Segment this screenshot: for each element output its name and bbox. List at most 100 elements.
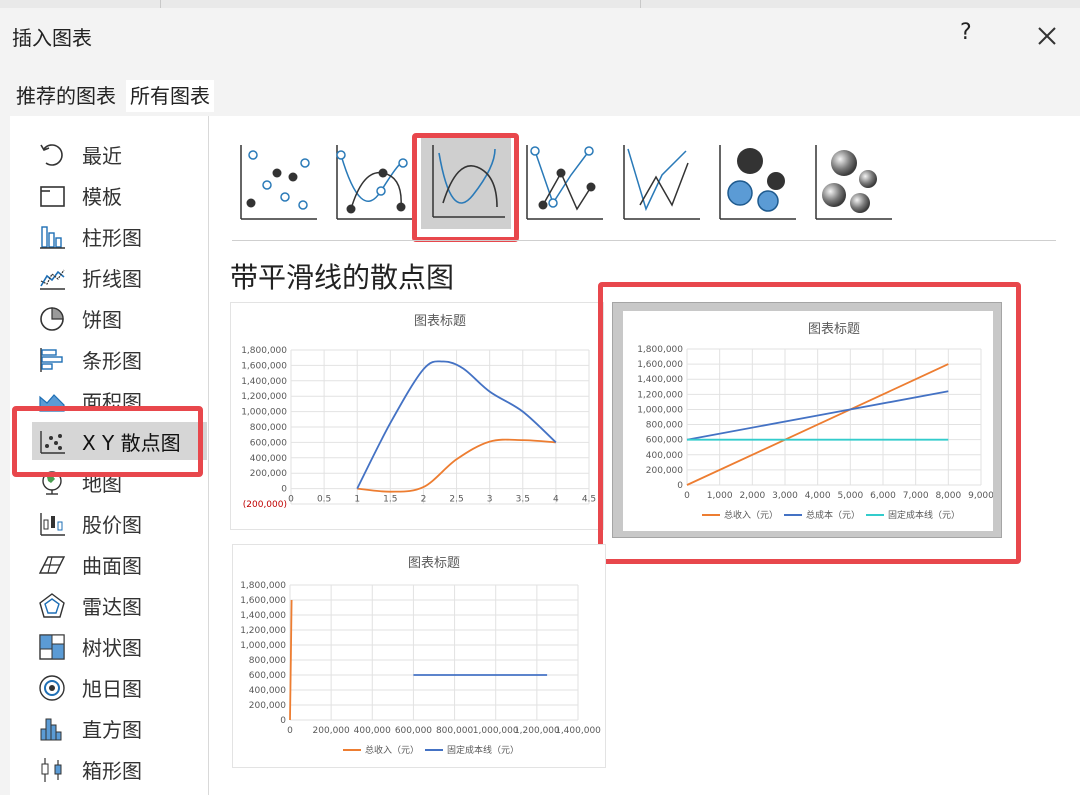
x-tick-label: 1.5 — [383, 495, 397, 505]
x-tick-label: 0 — [684, 491, 690, 501]
preview-chart-area: 图表标题 0 200,000 400,000 600,000 800,000 1,000,0… — [623, 311, 994, 531]
y-tick-label: 0 — [280, 716, 286, 726]
sidebar-item-stock[interactable]: 股价图 — [32, 504, 207, 542]
box-whisker-chart-icon — [41, 758, 62, 782]
y-tick-label: 1,000,000 — [241, 408, 287, 418]
sidebar-item-histogram[interactable]: 直方图 — [32, 709, 207, 747]
y-tick-label: 1,800,000 — [240, 581, 286, 591]
preview-chart-1: 图表标题(200,000)0200,000400,000600,000800,0… — [241, 314, 596, 540]
x-tick-label: 4.5 — [582, 495, 596, 505]
x-tick-label: 8,000 — [935, 491, 961, 501]
dialog-titlebar: 插入图表 ? — [0, 8, 1080, 62]
x-tick-label: 1,000,000 — [473, 726, 519, 736]
sidebar-item-box-whisker[interactable]: 箱形图 — [32, 750, 207, 788]
dialog-title: 插入图表 — [12, 26, 92, 50]
subtype-scatter-straight-lines[interactable] — [618, 133, 708, 229]
sidebar-item-xy-scatter[interactable]: X Y 散点图 — [32, 422, 207, 460]
scatter-chart-icon — [40, 431, 65, 454]
sidebar-item-template[interactable]: 模板 — [32, 176, 207, 214]
x-tick-label: 5,000 — [837, 491, 863, 501]
x-tick-label: 1,400,000 — [555, 726, 601, 736]
sidebar-item-sunburst[interactable]: 旭日图 — [32, 668, 207, 706]
line-chart-icon — [40, 269, 65, 290]
x-tick-label: 9,000 — [968, 491, 993, 501]
x-tick-label: 4 — [553, 495, 559, 505]
y-tick-label: 1,600,000 — [637, 360, 683, 370]
y-tick-label: 800,000 — [646, 421, 683, 431]
subtype-scatter-straight-lines-markers[interactable] — [523, 133, 613, 229]
sidebar-item-line[interactable]: 折线图 — [32, 258, 207, 296]
sidebar-item-column[interactable]: 柱形图 — [32, 217, 207, 255]
legend-label: 总收入（元） — [724, 509, 778, 521]
strip-divider — [160, 0, 161, 8]
map-chart-icon — [42, 471, 62, 495]
sidebar-item-label: 曲面图 — [82, 554, 142, 578]
help-button[interactable]: ? — [960, 20, 972, 45]
sidebar-item-label: 地图 — [82, 472, 122, 496]
legend-label: 总收入（元） — [365, 744, 419, 756]
y-tick-label: 1,400,000 — [240, 611, 286, 621]
sidebar-item-map[interactable]: 地图 — [32, 463, 207, 501]
y-tick-label: 600,000 — [249, 671, 286, 681]
sidebar-item-recent[interactable]: 最近 — [32, 135, 207, 173]
treemap-chart-icon — [39, 634, 65, 660]
sidebar-item-label: 雷达图 — [82, 595, 142, 619]
subtype-3d-bubble[interactable] — [812, 133, 902, 229]
surface-chart-icon — [38, 556, 66, 574]
y-tick-label: 1,600,000 — [240, 596, 286, 606]
y-tick-label: 200,000 — [646, 466, 683, 476]
close-button[interactable] — [1028, 20, 1064, 50]
subtype-scatter-smooth-lines-markers[interactable] — [333, 133, 423, 229]
subtype-scatter[interactable] — [237, 133, 327, 229]
sidebar-item-label: 饼图 — [82, 308, 122, 332]
chart-preview-2[interactable]: 图表标题 0 200,000 400,000 600,000 800,000 1,000,0… — [612, 302, 1002, 538]
sidebar-item-area[interactable]: 面积图 — [32, 381, 207, 419]
sidebar-item-label: 柱形图 — [82, 226, 142, 250]
bar-chart-icon — [40, 348, 63, 372]
x-tick-label: 7,000 — [903, 491, 929, 501]
tab-recommended-charts[interactable]: 推荐的图表 — [12, 80, 120, 112]
x-tick-label: 2.5 — [449, 495, 463, 505]
x-tick-label: 1,200,000 — [514, 726, 560, 736]
sunburst-chart-icon — [39, 675, 65, 701]
x-tick-label: 400,000 — [354, 726, 391, 736]
sidebar-item-bar[interactable]: 条形图 — [32, 340, 207, 378]
sidebar-item-treemap[interactable]: 树状图 — [32, 627, 207, 665]
subtype-bubble[interactable] — [716, 133, 806, 229]
y-tick-label: 1,200,000 — [241, 392, 287, 402]
sidebar-item-pie[interactable]: 饼图 — [32, 299, 207, 337]
legend-label: 总成本（元） — [806, 509, 860, 521]
y-tick-label: 400,000 — [646, 451, 683, 461]
x-tick-label: 3.5 — [516, 495, 530, 505]
x-tick-label: 0 — [288, 495, 294, 505]
y-tick-label: 800,000 — [249, 656, 286, 666]
legend-label: 系列1 — [407, 528, 431, 529]
chart-preview-1[interactable]: 图表标题 (200,000) 0 200,000 400,000 600,000 800,0… — [230, 302, 604, 540]
template-icon — [40, 186, 65, 207]
area-chart-icon — [39, 394, 65, 412]
chart-subtype-heading: 带平滑线的散点图 — [230, 261, 455, 294]
y-tick-label: 200,000 — [249, 701, 286, 711]
sidebar-item-label: 最近 — [82, 144, 122, 168]
sidebar-item-label: 股价图 — [82, 513, 142, 537]
histogram-chart-icon — [40, 718, 62, 741]
x-tick-label: 1,000 — [707, 491, 733, 501]
x-tick-label: 4,000 — [805, 491, 831, 501]
preview-chart-3: 图表标题0200,000400,000600,000800,0001,000,0… — [240, 556, 601, 756]
scatter-markers-icon — [240, 145, 317, 220]
y-tick-label: 400,000 — [249, 686, 286, 696]
sidebar-item-surface[interactable]: 曲面图 — [32, 545, 207, 583]
x-tick-label: 2,000 — [739, 491, 765, 501]
y-tick-label: 0 — [677, 481, 683, 491]
sidebar-item-label: 面积图 — [82, 390, 142, 414]
x-tick-label: 200,000 — [313, 726, 350, 736]
tab-all-charts[interactable]: 所有图表 — [126, 80, 214, 112]
sidebar-item-radar[interactable]: 雷达图 — [32, 586, 207, 624]
stock-chart-icon — [40, 513, 65, 536]
sidebar-item-label: X Y 散点图 — [82, 431, 181, 455]
scatter-smooth-lines-icon — [432, 145, 505, 218]
y-tick-label: 1,200,000 — [240, 626, 286, 636]
subtype-scatter-smooth-lines[interactable] — [421, 133, 511, 229]
chart-preview-3[interactable]: 图表标题 0 200,000 400,000 600,000 800,000 1,000,0… — [232, 544, 606, 768]
scatter-straight-lines-icon — [623, 145, 700, 220]
